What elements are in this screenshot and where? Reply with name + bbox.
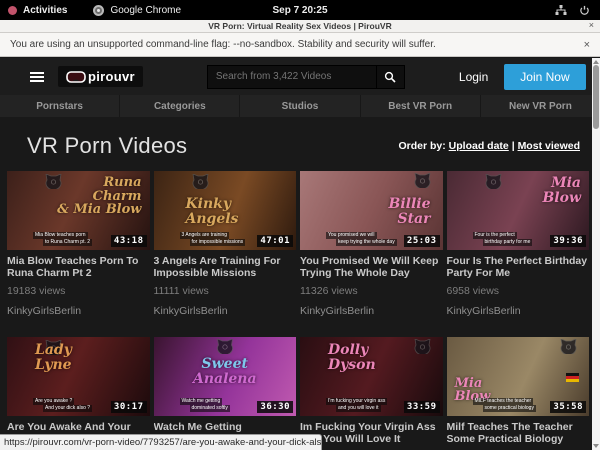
video-studio-link[interactable]: KinkyGirlsBerlin: [447, 305, 590, 317]
video-thumbnail[interactable]: DollyDyson I'm fucking your virgin assan…: [300, 337, 443, 416]
studio-cat-logo-icon: [414, 339, 431, 354]
video-grid: RunaCharm& Mia Blow Mia Blow teaches por…: [7, 171, 589, 450]
video-title-link[interactable]: Mia Blow Teaches Porn To Runa Charm Pt 2: [7, 255, 150, 279]
power-icon[interactable]: [579, 5, 590, 16]
duration-badge: 36:30: [257, 401, 293, 413]
duration-badge: 25:03: [404, 235, 440, 247]
thumbnail-caption: MILF teaches the teachersome practical b…: [473, 398, 536, 412]
studio-cat-logo-icon: [414, 173, 431, 188]
site-logo[interactable]: pirouvr: [58, 66, 143, 87]
page-heading-row: VR Porn Videos Order by: Upload date | M…: [0, 117, 600, 171]
network-icon[interactable]: [555, 5, 567, 16]
menu-hamburger-icon[interactable]: [30, 72, 44, 82]
thumbnail-overlay-title: KinkyAngels: [186, 197, 239, 226]
order-by: Order by: Upload date | Most viewed: [398, 140, 580, 152]
video-title-link[interactable]: Milf Teaches The Teacher Some Practical …: [447, 421, 590, 445]
video-title-link[interactable]: 3 Angels Are Training For Impossible Mis…: [154, 255, 297, 279]
thumbnail-caption: Mia Blow teaches pornto Runa Charm pt. 2: [33, 232, 92, 246]
video-card: MiaBlow MILF teaches the teachersome pra…: [447, 337, 590, 450]
studio-cat-logo-icon: [560, 339, 577, 354]
duration-badge: 33:59: [404, 401, 440, 413]
video-card: DollyDyson I'm fucking your virgin assan…: [300, 337, 443, 450]
video-card: MiaBlow Four is the perfectbirthday part…: [447, 171, 590, 317]
scrollbar-down-icon[interactable]: [593, 444, 599, 448]
thumbnail-overlay-title: BillieStar: [388, 197, 430, 226]
system-top-bar: Activities Google Chrome Sep 7 20:25: [0, 0, 600, 20]
thumbnail-caption: You promised we willkeep trying the whol…: [326, 232, 397, 246]
video-title-link[interactable]: You Promised We Will Keep Trying The Who…: [300, 255, 443, 279]
nav-item-new-vr-porn[interactable]: New VR Porn: [480, 95, 600, 117]
thumbnail-caption: Four is the perfectbirthday party for me: [473, 232, 533, 246]
infobar-message: You are using an unsupported command-lin…: [10, 39, 436, 50]
video-studio-link[interactable]: KinkyGirlsBerlin: [7, 305, 150, 317]
studio-cat-logo-icon: [216, 339, 233, 354]
duration-badge: 43:18: [111, 235, 147, 247]
tab-title: VR Porn: Virtual Reality Sex Videos | Pi…: [208, 21, 391, 31]
thumbnail-caption: Watch me gettingdominated softly: [180, 398, 230, 412]
video-thumbnail[interactable]: MiaBlow Four is the perfectbirthday part…: [447, 171, 590, 250]
video-thumbnail[interactable]: MiaBlow MILF teaches the teachersome pra…: [447, 337, 590, 416]
thumbnail-overlay-title: LadyLyne: [35, 343, 72, 372]
chrome-infobar: You are using an unsupported command-lin…: [0, 33, 600, 57]
video-thumbnail[interactable]: SweetAnalena Watch me gettingdominated s…: [154, 337, 297, 416]
video-views: 11111 views: [154, 285, 297, 297]
screen: Activities Google Chrome Sep 7 20:25 VR …: [0, 0, 600, 450]
duration-badge: 30:17: [111, 401, 147, 413]
thumbnail-caption: 3 Angels are trainingfor impossible miss…: [180, 232, 246, 246]
german-flag-icon: [566, 373, 579, 382]
video-card: KinkyAngels 3 Angels are trainingfor imp…: [154, 171, 297, 317]
nav-item-studios[interactable]: Studios: [239, 95, 359, 117]
login-link[interactable]: Login: [459, 70, 488, 84]
nav-item-pornstars[interactable]: Pornstars: [0, 95, 119, 117]
nav-item-categories[interactable]: Categories: [119, 95, 239, 117]
video-thumbnail[interactable]: BillieStar You promised we willkeep tryi…: [300, 171, 443, 250]
duration-badge: 39:36: [550, 235, 586, 247]
main-nav: PornstarsCategoriesStudiosBest VR PornNe…: [0, 95, 600, 117]
vr-goggles-icon: [66, 71, 86, 83]
duration-badge: 35:58: [550, 401, 586, 413]
video-studio-link[interactable]: KinkyGirlsBerlin: [154, 305, 297, 317]
thumbnail-overlay-title: SweetAnalena: [193, 357, 257, 386]
thumbnail-overlay-title: MiaBlow: [542, 176, 581, 205]
video-card: RunaCharm& Mia Blow Mia Blow teaches por…: [7, 171, 150, 317]
site-header: pirouvr Login Join Now: [0, 58, 600, 95]
video-thumbnail[interactable]: RunaCharm& Mia Blow Mia Blow teaches por…: [7, 171, 150, 250]
join-now-button[interactable]: Join Now: [504, 64, 585, 90]
search-icon: [384, 71, 396, 83]
thumbnail-overlay-title: DollyDyson: [328, 343, 376, 372]
video-views: 19183 views: [7, 285, 150, 297]
status-url-bar: https://pirouvr.com/vr-porn-video/779325…: [0, 434, 322, 450]
order-most-viewed-link[interactable]: Most viewed: [518, 140, 580, 152]
video-thumbnail[interactable]: LadyLyne Are you awake ?And your dick al…: [7, 337, 150, 416]
thumbnail-overlay-title: RunaCharm& Mia Blow: [57, 176, 141, 217]
search-button[interactable]: [377, 65, 405, 89]
clock[interactable]: Sep 7 20:25: [0, 5, 600, 16]
nav-item-best-vr-porn[interactable]: Best VR Porn: [360, 95, 480, 117]
scrollbar-thumb[interactable]: [593, 65, 599, 129]
infobar-close-icon[interactable]: ×: [584, 39, 590, 51]
video-card: BillieStar You promised we willkeep tryi…: [300, 171, 443, 317]
studio-cat-logo-icon: [485, 174, 502, 189]
duration-badge: 47:01: [257, 235, 293, 247]
order-separator: |: [512, 140, 515, 152]
browser-tab-bar: VR Porn: Virtual Reality Sex Videos | Pi…: [0, 20, 600, 33]
scrollbar[interactable]: [592, 58, 600, 450]
thumbnail-caption: Are you awake ?And your dick also ?: [33, 398, 92, 412]
page-title: VR Porn Videos: [27, 133, 187, 159]
video-views: 6958 views: [447, 285, 590, 297]
video-thumbnail[interactable]: KinkyAngels 3 Angels are trainingfor imp…: [154, 171, 297, 250]
tab-close-icon[interactable]: ×: [589, 20, 594, 30]
video-title-link[interactable]: Four Is The Perfect Birthday Party For M…: [447, 255, 590, 279]
order-upload-date-link[interactable]: Upload date: [449, 140, 509, 152]
video-views: 11326 views: [300, 285, 443, 297]
page-viewport: pirouvr Login Join Now PornstarsCategori…: [0, 58, 600, 450]
scrollbar-up-icon[interactable]: [593, 60, 599, 64]
search-input[interactable]: [207, 65, 377, 89]
studio-cat-logo-icon: [192, 174, 209, 189]
video-studio-link[interactable]: KinkyGirlsBerlin: [300, 305, 443, 317]
site-logo-text: pirouvr: [88, 69, 135, 84]
order-by-label: Order by:: [398, 140, 445, 152]
thumbnail-caption: I'm fucking your virgin assand you will …: [326, 398, 387, 412]
